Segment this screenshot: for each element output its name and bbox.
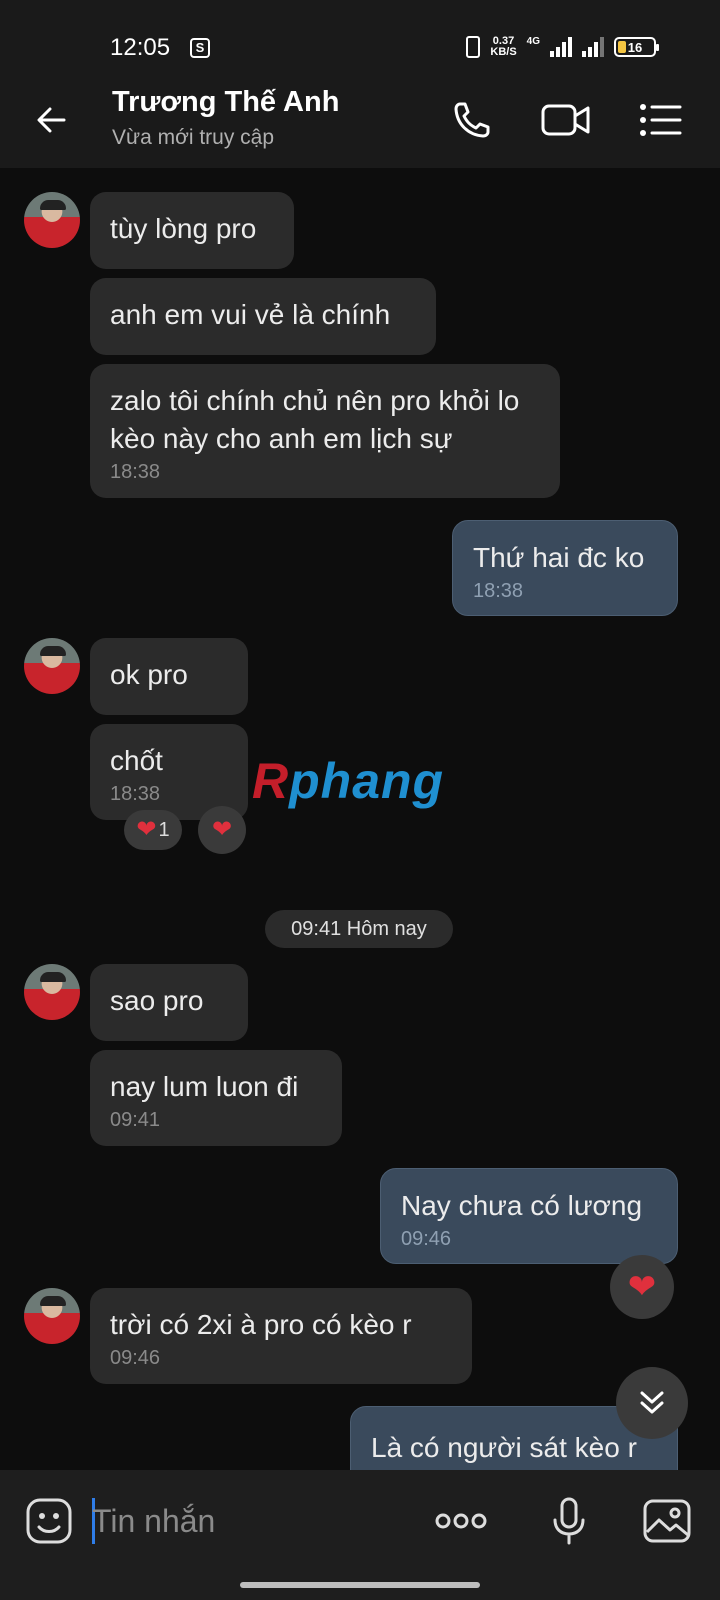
contact-status: Vừa mới truy cập <box>112 126 275 149</box>
message-bubble[interactable]: trời có 2xi à pro có kèo r 09:46 <box>90 1288 472 1384</box>
message-text: Là có người sát kèo r <box>371 1432 637 1463</box>
message-text: zalo tôi chính chủ nên pro khỏi lo kèo n… <box>110 385 520 454</box>
message-time: 09:41 <box>110 1109 161 1131</box>
message-text: nay lum luon đi <box>110 1071 299 1102</box>
avatar[interactable] <box>24 638 80 694</box>
message-text: tùy lòng pro <box>110 213 257 244</box>
avatar[interactable] <box>24 192 80 248</box>
message-bubble[interactable]: tùy lòng pro <box>90 192 294 269</box>
shopping-bag-icon: S <box>190 38 210 58</box>
menu-list-icon[interactable] <box>634 94 686 146</box>
speed-unit: KB/S <box>490 46 517 58</box>
message-text: ok pro <box>110 659 188 690</box>
message-bubble[interactable]: ok pro <box>90 638 248 715</box>
message-bubble-mine[interactable]: Thứ hai đc ko 18:38 <box>452 520 678 616</box>
message-time: 18:38 <box>473 580 524 602</box>
react-heart-button[interactable]: ❤ <box>198 806 246 854</box>
message-time: 09:46 <box>110 1347 161 1369</box>
watermark-logo: Rphang <box>252 753 445 809</box>
message-text: trời có 2xi à pro có kèo r <box>110 1309 412 1340</box>
microphone-icon[interactable] <box>542 1494 596 1548</box>
date-divider: 09:41 Hôm nay <box>265 910 453 948</box>
signal-icon-2 <box>582 37 604 57</box>
home-indicator[interactable] <box>240 1582 480 1588</box>
message-list[interactable]: tùy lòng pro anh em vui vẻ là chính zalo… <box>0 168 720 1470</box>
avatar[interactable] <box>24 1288 80 1344</box>
chat-header: Trương Thế Anh Vừa mới truy cập <box>0 72 720 168</box>
contact-name[interactable]: Trương Thế Anh <box>112 86 339 119</box>
message-time: 09:46 <box>401 1228 452 1250</box>
back-arrow-icon[interactable] <box>30 98 74 142</box>
double-chevron-down-icon <box>640 1391 664 1414</box>
heart-icon: ❤ <box>136 816 157 843</box>
message-time: 18:38 <box>110 461 161 483</box>
reaction-count: 1 <box>158 818 170 841</box>
scroll-to-bottom-button[interactable] <box>616 1367 688 1439</box>
reaction-count-badge[interactable]: ❤ 1 <box>124 810 182 850</box>
message-time: 18:38 <box>110 783 161 805</box>
avatar[interactable] <box>24 964 80 1020</box>
phone-icon[interactable] <box>446 94 498 146</box>
signal-icon <box>550 37 572 57</box>
message-input-bar <box>0 1470 720 1600</box>
message-text: Nay chưa có lương <box>401 1190 643 1221</box>
message-bubble-mine[interactable]: Nay chưa có lương 09:46 <box>380 1168 678 1264</box>
more-dots-icon[interactable] <box>432 1494 490 1548</box>
status-bar: 12:05 S 0.37 KB/S 4G 16 <box>0 0 720 72</box>
battery-icon: 16 <box>614 37 659 57</box>
message-input[interactable] <box>92 1494 412 1548</box>
message-bubble[interactable]: zalo tôi chính chủ nên pro khỏi lo kèo n… <box>90 364 560 498</box>
status-indicators: 0.37 KB/S 4G 16 <box>466 34 659 60</box>
react-heart-button[interactable]: ❤ <box>610 1255 674 1319</box>
message-bubble[interactable]: sao pro <box>90 964 248 1041</box>
status-time: 12:05 <box>110 34 171 61</box>
image-icon[interactable] <box>640 1494 694 1548</box>
heart-icon: ❤ <box>627 1268 657 1306</box>
message-text: chốt <box>110 745 163 776</box>
network-speed: 0.37 KB/S <box>490 36 516 58</box>
message-text: Thứ hai đc ko <box>473 542 645 573</box>
heart-icon: ❤ <box>211 816 233 843</box>
sticker-icon[interactable] <box>22 1494 76 1548</box>
vibrate-icon <box>466 36 481 58</box>
message-bubble[interactable]: nay lum luon đi 09:41 <box>90 1050 342 1146</box>
battery-level: 16 <box>627 39 643 55</box>
video-call-icon[interactable] <box>540 94 592 146</box>
message-text: anh em vui vẻ là chính <box>110 299 391 330</box>
network-type: 4G <box>526 35 540 47</box>
message-text: sao pro <box>110 985 204 1016</box>
message-bubble[interactable]: anh em vui vẻ là chính <box>90 278 436 355</box>
